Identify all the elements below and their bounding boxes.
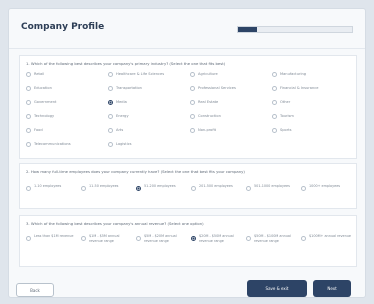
industry-option-radio[interactable] [26,142,31,147]
employees-option-radio[interactable] [26,186,31,191]
industry-option-label: Media [116,100,127,104]
employees-option-radio[interactable] [191,186,196,191]
question-text: 2. How many full-time employees does you… [26,169,245,174]
industry-option-radio[interactable] [272,128,277,133]
revenue-option-label: $1M - $5M annual revenue range [89,234,120,243]
industry-option-label: Agriculture [198,72,218,76]
employees-option-radio[interactable] [81,186,86,191]
profile-card: Company Profile 1. Which of the followin… [8,8,366,298]
industry-option-label: Food [34,128,43,132]
revenue-option-radio[interactable] [246,236,251,241]
industry-option-label: Sports [280,128,292,132]
industry-option-radio[interactable] [26,86,31,91]
industry-option-label: Retail [34,72,45,76]
employees-option-label: 1-10 employees [34,184,62,188]
page-title: Company Profile [21,22,105,32]
industry-option-label: Education [34,86,52,90]
revenue-option-label: $50M - $100M annual revenue range [254,234,291,243]
employees-option-radio[interactable] [136,186,141,191]
industry-option-radio[interactable] [190,114,195,119]
industry-option-label: Technology [34,114,55,118]
industry-option-label: Arts [116,128,124,132]
question-employees: 2. How many full-time employees does you… [19,163,357,209]
industry-option-label: Real Estate [198,100,219,104]
progress-bar [237,26,353,33]
industry-option-radio[interactable] [108,100,113,105]
revenue-option-label: $100M+ annual revenue [309,234,351,238]
industry-option-label: Transportation [116,86,142,90]
industry-option-radio[interactable] [190,100,195,105]
industry-option-radio[interactable] [108,72,113,77]
employees-option-label: 51-200 employees [144,184,176,188]
question-text: 1. Which of the following best describes… [26,61,226,66]
employees-option-radio[interactable] [301,186,306,191]
employees-option-label: 1000+ employees [309,184,341,188]
industry-option-radio[interactable] [190,86,195,91]
industry-option-label: Government [34,100,57,104]
industry-option-radio[interactable] [108,114,113,119]
revenue-option-label: $20M - $50M annual revenue range [199,234,234,243]
industry-option-label: Tourism [280,114,294,118]
progress-fill [238,27,258,32]
industry-option-label: Telecommunications [34,142,71,146]
card-header: Company Profile [9,9,365,49]
industry-option-radio[interactable] [272,100,277,105]
industry-option-radio[interactable] [190,72,195,77]
industry-option-radio[interactable] [272,114,277,119]
revenue-option-radio[interactable] [136,236,141,241]
industry-option-label: Financial & Insurance [280,86,319,90]
question-text: 3. Which of the following best describes… [26,221,204,226]
industry-option-label: Logistics [116,142,132,146]
industry-option-radio[interactable] [26,100,31,105]
revenue-option-radio[interactable] [191,236,196,241]
industry-option-radio[interactable] [26,128,31,133]
revenue-option-label: $5M - $20M annual revenue range [144,234,177,243]
industry-option-label: Other [280,100,291,104]
industry-option-label: Professional Services [198,86,236,90]
industry-option-label: Non-profit [198,128,217,132]
employees-option-label: 11-50 employees [89,184,119,188]
revenue-option-radio[interactable] [81,236,86,241]
industry-option-label: Healthcare & Life Sciences [116,72,165,76]
industry-option-radio[interactable] [108,128,113,133]
industry-option-radio[interactable] [26,114,31,119]
industry-option-radio[interactable] [108,86,113,91]
industry-option-label: Construction [198,114,221,118]
employees-option-radio[interactable] [246,186,251,191]
revenue-option-radio[interactable] [26,236,31,241]
back-button[interactable]: Back [16,283,54,297]
industry-option-radio[interactable] [272,72,277,77]
question-revenue: 3. Which of the following best describes… [19,215,357,267]
industry-option-label: Energy [116,114,129,118]
industry-option-label: Manufacturing [280,72,307,76]
industry-option-radio[interactable] [108,142,113,147]
employees-option-label: 501-1000 employees [254,184,290,188]
save-exit-button[interactable]: Save & exit [247,280,307,297]
revenue-option-label: Less than $1M revenue [34,234,74,238]
revenue-option-radio[interactable] [301,236,306,241]
industry-option-radio[interactable] [190,128,195,133]
next-button[interactable]: Next [313,280,351,297]
employees-option-label: 201-500 employees [199,184,233,188]
industry-option-radio[interactable] [26,72,31,77]
industry-option-radio[interactable] [272,86,277,91]
question-industry: 1. Which of the following best describes… [19,55,357,159]
